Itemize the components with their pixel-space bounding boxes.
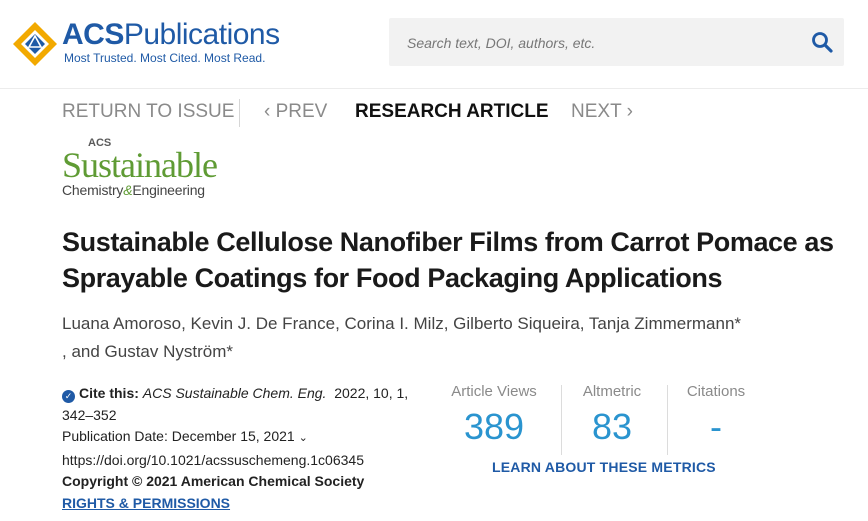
metric-label: Altmetric <box>582 383 642 400</box>
search-bar <box>389 18 844 66</box>
brand-name[interactable]: ACSPublications <box>62 20 280 50</box>
copyright: Copyright © 2021 American Chemical Socie… <box>62 473 365 489</box>
metric-value: - <box>710 406 722 447</box>
journal-logo-name: Sustainable <box>62 145 218 185</box>
brand-tagline: Most Trusted. Most Cited. Most Read. <box>64 51 266 65</box>
article-meta: ✓ Cite this: ACS Sustainable Chem. Eng. 2… <box>62 383 442 514</box>
return-to-issue-link[interactable]: RETURN TO ISSUE <box>62 101 234 123</box>
check-circle-icon: ✓ <box>62 390 75 403</box>
metric-value: 389 <box>463 406 525 447</box>
next-link[interactable]: NEXT › <box>571 101 633 123</box>
metric-value: 83 <box>591 406 633 447</box>
doi-link[interactable]: https://doi.org/10.1021/acssuschemeng.1c… <box>62 450 442 472</box>
article-metrics: Article Views 389 Altmetric 83 Citations… <box>440 383 770 457</box>
site-header: ACSPublications Most Trusted. Most Cited… <box>0 0 868 89</box>
chevron-down-icon: ⌄ <box>298 432 308 444</box>
author-list: Luana Amoroso, Kevin J. De France, Corin… <box>62 310 852 366</box>
search-input[interactable] <box>407 33 787 53</box>
metric-article-views: Article Views 389 <box>440 383 548 457</box>
rights-permissions-link[interactable]: RIGHTS & PERMISSIONS <box>62 493 442 515</box>
acs-logo-icon[interactable] <box>12 21 58 67</box>
prev-link[interactable]: ‹ PREV <box>264 101 327 123</box>
journal-logo-subtitle: Chemistry&Engineering <box>62 182 205 198</box>
metric-citations: Citations - <box>668 383 764 457</box>
cite-this[interactable]: ✓ Cite this: ACS Sustainable Chem. Eng. 2… <box>62 383 442 405</box>
page-range: 342–352 <box>62 406 117 423</box>
nav-divider <box>239 99 240 127</box>
publication-date[interactable]: Publication Date: December 15, 2021 ⌄ <box>62 426 442 450</box>
metric-label: Citations <box>686 383 746 400</box>
article-title: Sustainable Cellulose Nanofiber Films fr… <box>62 227 834 293</box>
search-icon <box>812 32 833 53</box>
authors-line-2[interactable]: , and Gustav Nyström* <box>62 338 852 366</box>
metric-label: Article Views <box>451 383 537 400</box>
metric-altmetric[interactable]: Altmetric 83 <box>562 383 662 457</box>
search-button[interactable] <box>810 30 834 54</box>
learn-about-metrics-link[interactable]: LEARN ABOUT THESE METRICS <box>492 459 716 475</box>
article-type-label: RESEARCH ARTICLE <box>355 101 549 122</box>
authors-line-1[interactable]: Luana Amoroso, Kevin J. De France, Corin… <box>62 310 852 338</box>
